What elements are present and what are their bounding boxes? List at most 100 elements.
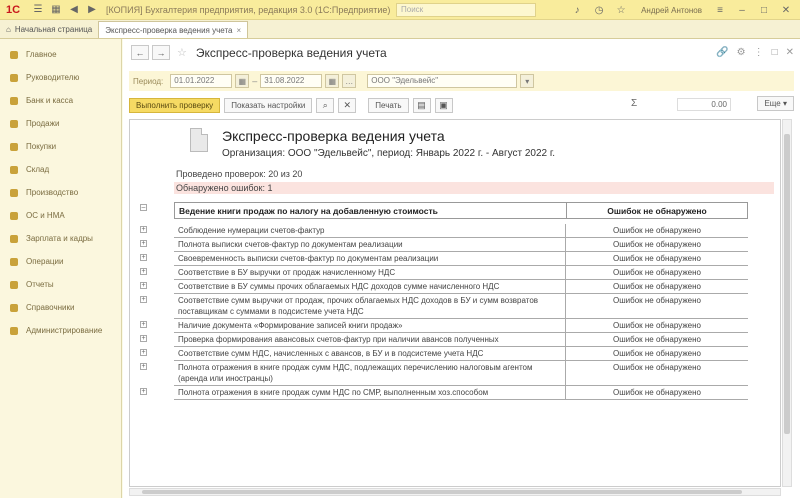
minimize-icon[interactable]: –: [734, 2, 750, 18]
table-row[interactable]: + Соответствие сумм НДС, начисленных с ав…: [140, 347, 748, 361]
table-row[interactable]: + Полнота отражения в книге продаж сумм Н…: [140, 361, 748, 386]
table-row[interactable]: + Соответствие в БУ выручки от продаж нач…: [140, 266, 748, 280]
save-icon[interactable]: ▣: [434, 97, 453, 113]
date-to-input[interactable]: 31.08.2022: [260, 74, 323, 88]
sidebar-item-production[interactable]: Производство: [0, 181, 121, 204]
more-icon[interactable]: ⋮: [754, 47, 764, 58]
sidebar-item-label: ОС и НМА: [26, 211, 65, 220]
sidebar-item-label: Банк и касса: [26, 96, 74, 105]
sidebar-item-label: Производство: [26, 188, 79, 197]
vertical-scrollbar[interactable]: [782, 119, 792, 487]
expand-icon[interactable]: +: [140, 349, 147, 356]
back-button[interactable]: ←: [131, 45, 149, 60]
user-name[interactable]: Андрей Антонов: [641, 6, 702, 15]
favorite-star-icon[interactable]: ☆: [177, 46, 187, 59]
sidebar-item-assets[interactable]: ОС и НМА: [0, 204, 121, 227]
sidebar-item-purchases[interactable]: Покупки: [0, 135, 121, 158]
period-select-button[interactable]: …: [342, 74, 357, 88]
search-clear-icon[interactable]: ✕: [338, 97, 357, 113]
print-button[interactable]: Печать: [368, 97, 409, 113]
bell-icon[interactable]: ♪: [569, 2, 585, 18]
global-search-input[interactable]: Поиск: [396, 3, 536, 17]
sidebar-item-operations[interactable]: Операции: [0, 250, 121, 273]
tab-home[interactable]: ⌂ Начальная страница: [0, 21, 98, 38]
expand-icon[interactable]: +: [140, 254, 147, 261]
warehouse-icon: [10, 165, 18, 174]
show-settings-button[interactable]: Показать настройки: [224, 97, 313, 113]
sidebar-item-sales[interactable]: Продажи: [0, 112, 121, 135]
expand-icon[interactable]: +: [140, 226, 147, 233]
sum-icon: Σ: [631, 98, 638, 109]
run-check-button[interactable]: Выполнить проверку: [129, 97, 221, 113]
sidebar-item-salary[interactable]: Зарплата и кадры: [0, 227, 121, 250]
calendar-icon[interactable]: ▦: [235, 74, 250, 88]
horizontal-scrollbar[interactable]: [129, 488, 781, 496]
check-name: Соответствие в БУ выручки от продаж начи…: [174, 266, 566, 279]
sidebar-item-label: Главное: [26, 50, 57, 59]
sidebar-item-reports[interactable]: Отчеты: [0, 273, 121, 296]
table-row[interactable]: + Полнота выписки счетов-фактур по докуме…: [140, 238, 748, 252]
print-preview-icon[interactable]: ▤: [412, 97, 431, 113]
check-status: Ошибок не обнаружено: [613, 363, 701, 372]
expand-icon[interactable]: +: [140, 335, 147, 342]
expand-icon[interactable]: +: [140, 268, 147, 275]
link-icon[interactable]: 🔗: [716, 47, 728, 58]
report-document[interactable]: Экспресс-проверка ведения учета Организа…: [129, 119, 781, 487]
grid-icon[interactable]: ▦: [48, 2, 64, 18]
factory-icon: [10, 188, 18, 197]
check-status: Ошибок не обнаружено: [613, 240, 701, 249]
back-icon[interactable]: ◀: [66, 2, 82, 18]
expand-icon[interactable]: +: [140, 282, 147, 289]
organization-input[interactable]: ООО "Эдельвейс": [367, 74, 518, 88]
table-row[interactable]: + Соответствие в БУ суммы прочих облагаем…: [140, 280, 748, 294]
calendar-icon[interactable]: ▦: [325, 74, 340, 88]
settings-icon[interactable]: ≡: [712, 2, 728, 18]
table-row[interactable]: + Полнота отражения в книге продаж сумм Н…: [140, 386, 748, 400]
check-name: Соответствие сумм выручки от продаж, про…: [174, 294, 566, 318]
table-header: Ведение книги продаж по налогу на добавл…: [174, 202, 748, 219]
sidebar-item-manager[interactable]: Руководителю: [0, 66, 121, 89]
expand-icon[interactable]: +: [140, 363, 147, 370]
home-icon: ⌂: [6, 25, 11, 34]
table-row[interactable]: + Наличие документа «Формирование записей…: [140, 319, 748, 333]
maximize-icon[interactable]: □: [756, 2, 772, 18]
close-icon[interactable]: ✕: [786, 47, 794, 58]
expand-icon[interactable]: +: [140, 240, 147, 247]
scrollbar-thumb[interactable]: [784, 134, 790, 434]
table-row[interactable]: + Проверка формирования авансовых счетов-…: [140, 333, 748, 347]
table-row[interactable]: + Соблюдение нумерации счетов-фактур Ошибо…: [140, 224, 748, 238]
more-button[interactable]: Еще ▾: [757, 96, 794, 111]
close-icon[interactable]: ✕: [778, 2, 794, 18]
sidebar-item-catalogs[interactable]: Справочники: [0, 296, 121, 319]
check-status: Ошибок не обнаружено: [613, 321, 701, 330]
search-icon[interactable]: ⌕: [316, 97, 335, 113]
forward-icon[interactable]: ▶: [84, 2, 100, 18]
check-name: Соответствие сумм НДС, начисленных с ава…: [174, 347, 566, 360]
date-from-input[interactable]: 01.01.2022: [170, 74, 233, 88]
sidebar-item-warehouse[interactable]: Склад: [0, 158, 121, 181]
check-status: Ошибок не обнаружено: [613, 254, 701, 263]
settings-icon[interactable]: ⚙: [737, 47, 746, 58]
scrollbar-thumb[interactable]: [142, 490, 742, 494]
expand-icon[interactable]: +: [140, 296, 147, 303]
menu-icon[interactable]: ☰: [30, 2, 46, 18]
forward-button[interactable]: →: [152, 45, 170, 60]
history-icon[interactable]: ◷: [591, 2, 607, 18]
sidebar-item-main[interactable]: Главное: [0, 43, 121, 66]
check-status: Ошибок не обнаружено: [613, 335, 701, 344]
dropdown-icon[interactable]: ▾: [520, 74, 535, 88]
check-name: Соблюдение нумерации счетов-фактур: [174, 224, 566, 237]
sidebar-item-bank[interactable]: Банк и касса: [0, 89, 121, 112]
book-icon: [10, 303, 18, 312]
expand-icon[interactable]: +: [140, 321, 147, 328]
report-subtitle: Организация: ООО "Эдельвейс", период: Ян…: [222, 148, 556, 159]
table-row[interactable]: + Своевременность выписки счетов-фактур п…: [140, 252, 748, 266]
maximize-icon[interactable]: □: [772, 47, 778, 58]
sidebar-item-admin[interactable]: Администрирование: [0, 319, 121, 342]
tab-express-check[interactable]: Экспресс-проверка ведения учета ×: [98, 21, 249, 38]
star-icon[interactable]: ☆: [613, 2, 629, 18]
expand-icon[interactable]: +: [140, 388, 147, 395]
collapse-group-icon[interactable]: –: [140, 204, 147, 211]
close-tab-icon[interactable]: ×: [237, 26, 242, 35]
table-row[interactable]: + Соответствие сумм выручки от продаж, пр…: [140, 294, 748, 319]
